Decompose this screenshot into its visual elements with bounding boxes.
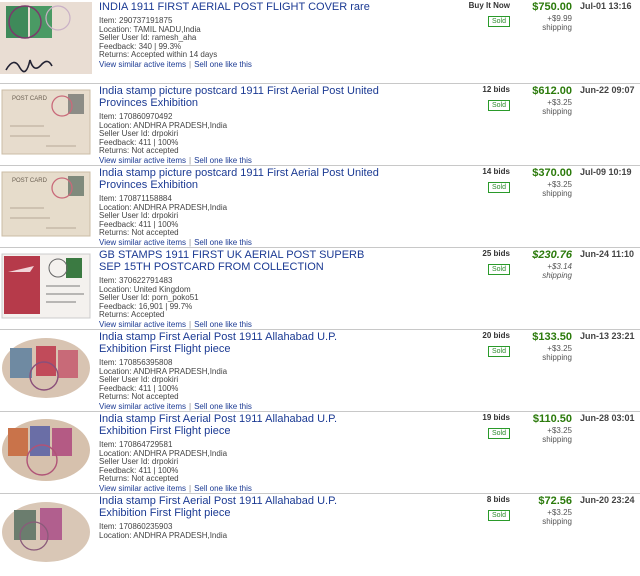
listing-thumbnail[interactable] bbox=[0, 2, 92, 74]
view-similar-link[interactable]: View similar active items bbox=[99, 484, 186, 493]
bid-count: Buy It Now bbox=[468, 1, 510, 10]
listing-title-link[interactable]: India stamp picture postcard 1911 First … bbox=[99, 167, 379, 191]
sold-badge: Sold bbox=[487, 428, 510, 439]
listing-title-link[interactable]: GB STAMPS 1911 FIRST UK AERIAL POST SUPE… bbox=[99, 249, 379, 273]
end-date: Jun-13 23:21 bbox=[580, 331, 635, 341]
listing-title-link[interactable]: India stamp First Aerial Post 1911 Allah… bbox=[99, 331, 379, 355]
sold-badge: Sold bbox=[487, 16, 510, 27]
sold-listings: INDIA 1911 FIRST AERIAL POST FLIGHT COVE… bbox=[0, 0, 640, 576]
shipping-cost: +$3.25 bbox=[547, 508, 572, 517]
sell-one-like-this-link[interactable]: Sell one like this bbox=[194, 320, 252, 329]
bid-count: 25 bids bbox=[482, 249, 510, 258]
returns-policy: Returns: Not accepted bbox=[99, 146, 179, 156]
returns-policy: Returns: Not accepted bbox=[99, 474, 179, 484]
listing-thumbnail[interactable] bbox=[0, 332, 92, 404]
shipping-cost: +$3.25 bbox=[547, 180, 572, 189]
end-date: Jul-01 13:16 bbox=[580, 1, 632, 11]
bid-count: 14 bids bbox=[482, 167, 510, 176]
svg-text:POST CARD: POST CARD bbox=[12, 178, 48, 184]
returns-policy: Returns: Not accepted bbox=[99, 392, 179, 402]
bid-count: 8 bids bbox=[486, 495, 510, 504]
view-similar-link[interactable]: View similar active items bbox=[99, 60, 186, 69]
link-separator: | bbox=[188, 59, 192, 69]
bid-count: 20 bids bbox=[482, 331, 510, 340]
listing-title-link[interactable]: INDIA 1911 FIRST AERIAL POST FLIGHT COVE… bbox=[99, 1, 379, 13]
shipping-label: shipping bbox=[542, 189, 572, 198]
sell-one-like-this-link[interactable]: Sell one like this bbox=[194, 484, 252, 493]
sell-one-like-this-link[interactable]: Sell one like this bbox=[194, 402, 252, 411]
shipping-cost: +$3.25 bbox=[547, 426, 572, 435]
shipping-label: shipping bbox=[542, 23, 572, 32]
shipping-cost: +$9.99 bbox=[547, 14, 572, 23]
end-date: Jun-22 09:07 bbox=[580, 85, 635, 95]
sold-price: $72.56 bbox=[538, 495, 572, 507]
end-date: Jun-24 11:10 bbox=[580, 249, 635, 259]
link-separator: | bbox=[188, 155, 192, 165]
bid-count: 19 bids bbox=[482, 413, 510, 422]
sold-badge: Sold bbox=[487, 264, 510, 275]
bid-count: 12 bids bbox=[482, 85, 510, 94]
sold-price: $110.50 bbox=[532, 413, 572, 425]
listing-row: POST CARD India stamp picture postcard 1… bbox=[0, 84, 640, 166]
sold-price: $750.00 bbox=[532, 1, 572, 13]
shipping-label: shipping bbox=[542, 435, 572, 444]
sell-one-like-this-link[interactable]: Sell one like this bbox=[194, 238, 252, 247]
shipping-label: shipping bbox=[542, 353, 572, 362]
shipping-cost: +$3.25 bbox=[547, 98, 572, 107]
returns-policy: Returns: Accepted within 14 days bbox=[99, 50, 218, 60]
listing-row: GB STAMPS 1911 FIRST UK AERIAL POST SUPE… bbox=[0, 248, 640, 330]
shipping-cost: +$3.14 bbox=[547, 262, 572, 271]
sold-badge: Sold bbox=[487, 346, 510, 357]
link-separator: | bbox=[188, 401, 192, 411]
view-similar-link[interactable]: View similar active items bbox=[99, 238, 186, 247]
listing-row: India stamp First Aerial Post 1911 Allah… bbox=[0, 494, 640, 576]
sell-one-like-this-link[interactable]: Sell one like this bbox=[194, 156, 252, 165]
listing-thumbnail[interactable] bbox=[0, 250, 92, 322]
item-location: Location: ANDHRA PRADESH,India bbox=[99, 530, 228, 540]
listing-title-link[interactable]: India stamp First Aerial Post 1911 Allah… bbox=[99, 495, 379, 519]
sold-price: $230.76 bbox=[532, 249, 572, 261]
listing-title-link[interactable]: India stamp picture postcard 1911 First … bbox=[99, 85, 379, 109]
listing-row: INDIA 1911 FIRST AERIAL POST FLIGHT COVE… bbox=[0, 0, 640, 84]
view-similar-link[interactable]: View similar active items bbox=[99, 156, 186, 165]
view-similar-link[interactable]: View similar active items bbox=[99, 402, 186, 411]
sell-one-like-this-link[interactable]: Sell one like this bbox=[194, 60, 252, 69]
listing-thumbnail[interactable] bbox=[0, 496, 92, 568]
link-separator: | bbox=[188, 483, 192, 493]
returns-policy: Returns: Not accepted bbox=[99, 228, 179, 238]
listing-thumbnail[interactable]: POST CARD bbox=[0, 168, 92, 240]
sold-badge: Sold bbox=[487, 182, 510, 193]
listing-row: India stamp First Aerial Post 1911 Allah… bbox=[0, 412, 640, 494]
sold-price: $133.50 bbox=[532, 331, 572, 343]
view-similar-link[interactable]: View similar active items bbox=[99, 320, 186, 329]
shipping-label: shipping bbox=[542, 107, 572, 116]
sold-price: $370.00 bbox=[532, 167, 572, 179]
listing-title-link[interactable]: India stamp First Aerial Post 1911 Allah… bbox=[99, 413, 379, 437]
listing-row: India stamp First Aerial Post 1911 Allah… bbox=[0, 330, 640, 412]
sold-badge: Sold bbox=[487, 510, 510, 521]
sold-badge: Sold bbox=[487, 100, 510, 111]
listing-thumbnail[interactable]: POST CARD bbox=[0, 86, 92, 158]
listing-thumbnail[interactable] bbox=[0, 414, 92, 486]
shipping-label: shipping bbox=[542, 517, 572, 526]
svg-text:POST CARD: POST CARD bbox=[12, 96, 48, 102]
end-date: Jun-28 03:01 bbox=[580, 413, 635, 423]
shipping-cost: +$3.25 bbox=[547, 344, 572, 353]
shipping-label: shipping bbox=[542, 271, 572, 280]
listing-row: POST CARD India stamp picture postcard 1… bbox=[0, 166, 640, 248]
sold-price: $612.00 bbox=[532, 85, 572, 97]
link-separator: | bbox=[188, 237, 192, 247]
end-date: Jun-20 23:24 bbox=[580, 495, 635, 505]
returns-policy: Returns: Accepted bbox=[99, 310, 165, 320]
end-date: Jul-09 10:19 bbox=[580, 167, 632, 177]
link-separator: | bbox=[188, 319, 192, 329]
